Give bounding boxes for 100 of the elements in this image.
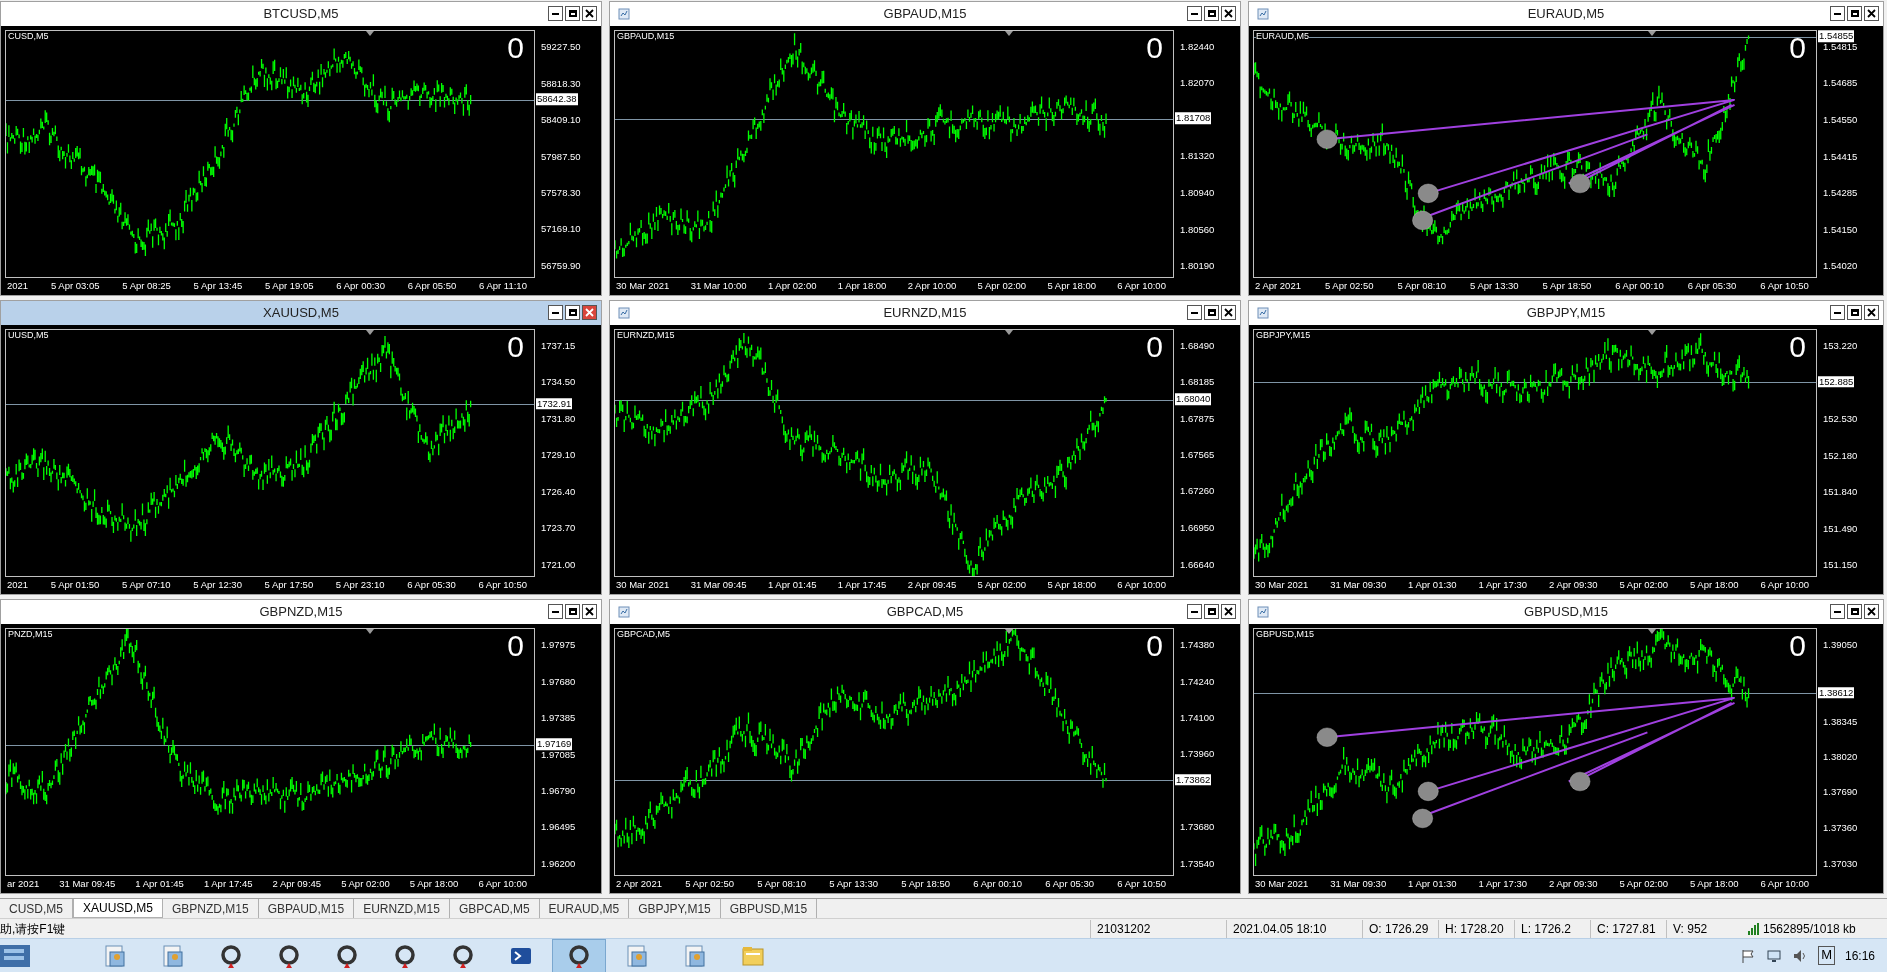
time-axis-label: 5 Apr 08:10 [757,877,806,892]
chart-tab[interactable]: GBPUSD,M15 [720,899,818,918]
maximize-button[interactable] [565,6,580,21]
shift-marker-icon [366,629,374,634]
time-axis-label: 5 Apr 18:50 [1542,279,1592,294]
time-axis-label: 31 Mar 09:45 [59,877,116,892]
chart-symbol-label: CUSD,M5 [8,32,49,41]
chart-tab[interactable]: GBPNZD,M15 [163,899,259,918]
maximize-button[interactable] [1204,6,1219,21]
time-axis-label: 6 Apr 00:10 [973,877,1022,892]
chart-tab[interactable]: GBPJPY,M15 [629,899,721,918]
shift-marker-icon [366,31,374,36]
time-axis-label: 5 Apr 07:10 [122,578,171,593]
time-axis-label: 31 Mar 09:30 [1330,877,1387,892]
time-axis-label: 1 Apr 17:45 [203,877,253,892]
chart-symbol-label: GBPCAD,M5 [617,630,670,639]
maximize-button[interactable] [565,305,580,320]
window-title: GBPCAD,M5 [886,603,964,622]
price-axis-label: 1.97385 [541,713,576,723]
time-axis-label: 6 Apr 00:30 [336,279,385,294]
time-axis-label: 6 Apr 10:00 [1117,578,1166,593]
taskbar-clock[interactable]: 16:16 [1844,946,1875,965]
minimize-button[interactable] [1187,604,1202,619]
price-axis-label: 1.97680 [541,676,576,687]
flag-icon[interactable] [1740,947,1757,964]
chart-tab[interactable]: EURAUD,M5 [539,899,630,918]
close-button[interactable] [1864,604,1879,619]
status-field: H: 1728.20 [1438,919,1514,938]
time-axis-label: 1 Apr 17:45 [837,578,887,593]
price-axis-label: 1.66640 [1180,559,1215,570]
price-axis-label: 1.39050 [1823,640,1858,651]
minimize-button[interactable] [548,305,563,320]
close-button[interactable] [1221,604,1236,619]
time-axis-label: 5 Apr 18:00 [1047,279,1097,294]
counter-digit: 0 [1789,332,1806,362]
price-axis-label: 59227.50 [541,42,581,53]
maximize-button[interactable] [1204,604,1219,619]
current-price-label: 1.73862 [1175,774,1212,786]
minimize-button[interactable] [548,6,563,21]
window-title: EURAUD,M5 [1527,5,1605,24]
close-button[interactable] [1221,6,1236,21]
time-axis-label: 6 Apr 05:30 [407,578,456,593]
price-axis-label: 1721.00 [541,559,576,570]
chart-symbol-label: GBPUSD,M15 [1256,630,1315,639]
counter-digit: 0 [507,631,524,661]
minimize-button[interactable] [548,604,563,619]
chart-tab[interactable]: EURNZD,M15 [354,899,450,918]
network-icon[interactable] [1766,947,1783,964]
time-axis-label: 31 Mar 09:30 [1330,578,1387,593]
input-method-indicator[interactable]: M [1818,946,1835,965]
shift-marker-icon [1005,31,1013,36]
price-axis-label: 1.96790 [541,786,576,796]
status-field: 21031202 [1090,919,1226,938]
minimize-button[interactable] [1187,6,1202,21]
time-axis-label: 2 Apr 2021 [616,877,662,892]
shift-marker-icon [1648,31,1656,36]
minimize-button[interactable] [1830,604,1845,619]
minimize-button[interactable] [1830,6,1845,21]
maximize-button[interactable] [1204,305,1219,320]
close-button[interactable] [1864,305,1879,320]
price-axis-label: 1.38345 [1823,716,1858,727]
time-axis-label: 6 Apr 10:00 [1760,877,1809,892]
time-axis-label: 5 Apr 02:00 [977,279,1027,294]
current-price-label: 152.885 [1818,375,1855,388]
ring-icon[interactable] [552,938,606,972]
price-axis-label: 1.97975 [541,640,576,651]
time-axis-label: 30 Mar 2021 [616,578,670,593]
chart-tab[interactable]: XAUUSD,M5 [73,899,164,918]
window-title: GBPNZD,M15 [259,603,343,622]
close-button[interactable] [1221,305,1236,320]
current-price-label: 1.38612 [1818,686,1855,699]
price-axis-label: 1.68185 [1180,377,1215,388]
counter-digit: 0 [1146,332,1163,362]
time-axis-label: 5 Apr 13:45 [193,279,243,294]
close-button[interactable] [1864,6,1879,21]
chart-tab[interactable]: GBPCAD,M5 [449,899,540,918]
price-axis-label: 1.54550 [1823,115,1858,125]
time-axis-label: 5 Apr 18:00 [409,877,459,892]
maximize-button[interactable] [565,604,580,619]
price-axis-label: 57578.30 [541,188,581,198]
time-axis-label: 6 Apr 05:50 [407,279,457,294]
price-axis-label: 153.220 [1823,341,1858,352]
time-axis-label: 2 Apr 09:45 [907,578,957,593]
window-title: GBPJPY,M15 [1526,304,1606,323]
chart-tab[interactable]: GBPAUD,M15 [258,899,355,918]
maximize-button[interactable] [1847,305,1862,320]
close-button[interactable] [582,305,597,320]
minimize-button[interactable] [1187,305,1202,320]
time-axis-label: 2 Apr 09:30 [1549,578,1598,593]
time-axis-label: 5 Apr 02:00 [1619,578,1669,593]
minimize-button[interactable] [1830,305,1845,320]
close-button[interactable] [582,604,597,619]
time-axis-label: 5 Apr 18:00 [1047,578,1097,593]
current-price-label: 1.68040 [1175,393,1212,406]
close-button[interactable] [582,6,597,21]
price-axis-label: 1.66950 [1180,523,1215,533]
time-axis-label: 30 Mar 2021 [616,279,670,294]
maximize-button[interactable] [1847,604,1862,619]
window-title: XAUUSD,M5 [263,304,339,323]
maximize-button[interactable] [1847,6,1862,21]
